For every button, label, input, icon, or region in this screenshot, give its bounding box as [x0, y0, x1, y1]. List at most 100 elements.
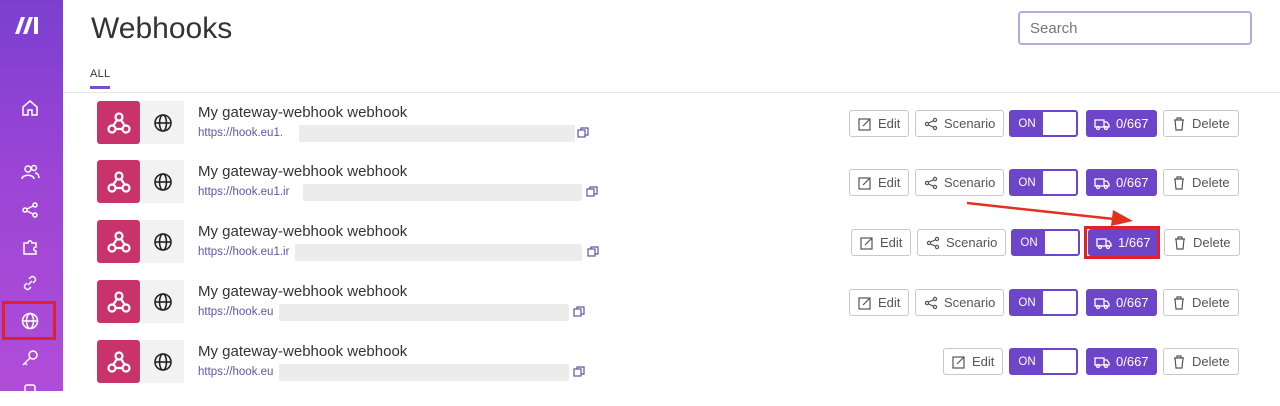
on-toggle[interactable]: ON — [1009, 348, 1078, 375]
share-icon — [924, 296, 938, 309]
edit-icon — [858, 176, 871, 190]
copy-icon[interactable] — [577, 127, 589, 139]
webhook-row: My gateway-webhook webhook https://hook.… — [63, 340, 1280, 390]
scenario-label: Scenario — [946, 235, 998, 250]
webhook-url[interactable]: https://hook.eu1.ir — [198, 186, 289, 198]
scenario-label: Scenario — [944, 175, 996, 190]
delete-label: Delete — [1192, 116, 1230, 131]
delete-label: Delete — [1193, 235, 1231, 250]
trash-icon — [1175, 235, 1185, 250]
main-content: Webhooks ALL My gateway-webhook webhook … — [63, 0, 1280, 391]
webhook-name: My gateway-webhook webhook — [198, 104, 408, 121]
globe-icon — [141, 340, 184, 383]
trash-icon — [1174, 354, 1184, 369]
share-icon[interactable] — [17, 197, 43, 223]
home-icon[interactable] — [17, 95, 43, 121]
url-redaction — [303, 184, 582, 201]
page-title: Webhooks — [91, 12, 233, 45]
trash-icon — [1174, 175, 1184, 190]
truck-icon — [1094, 356, 1110, 368]
edit-button[interactable]: Edit — [849, 169, 910, 196]
edit-button[interactable]: Edit — [849, 289, 910, 316]
webhook-app-icon — [97, 160, 140, 203]
truck-icon — [1094, 118, 1110, 130]
delete-button[interactable]: Delete — [1164, 229, 1240, 256]
sidebar — [0, 0, 63, 402]
delete-button[interactable]: Delete — [1163, 110, 1239, 137]
webhook-url[interactable]: https://hook.eu — [198, 306, 273, 318]
link-icon[interactable] — [17, 270, 43, 296]
operations-button[interactable]: 0/667 — [1086, 289, 1157, 316]
edit-icon — [858, 296, 871, 310]
copy-icon[interactable] — [586, 186, 598, 198]
toggle-on-label: ON — [1011, 350, 1043, 373]
webhook-app-icon — [97, 101, 140, 144]
trash-icon — [1174, 295, 1184, 310]
share-icon — [924, 117, 938, 130]
operations-highlight — [1084, 226, 1160, 259]
scenario-button[interactable]: Scenario — [915, 289, 1005, 316]
delete-label: Delete — [1192, 175, 1230, 190]
operations-count: 0/667 — [1116, 295, 1149, 310]
webhook-name: My gateway-webhook webhook — [198, 163, 408, 180]
webhook-app-icon — [97, 280, 140, 323]
operations-count: 0/667 — [1116, 354, 1149, 369]
edit-button[interactable]: Edit — [849, 110, 910, 137]
search-input[interactable] — [1018, 11, 1252, 45]
edit-button[interactable]: Edit — [851, 229, 912, 256]
scenario-button[interactable]: Scenario — [917, 229, 1007, 256]
scenario-label: Scenario — [944, 116, 996, 131]
url-redaction — [279, 304, 569, 321]
on-toggle[interactable]: ON — [1009, 110, 1078, 137]
scenario-label: Scenario — [944, 295, 996, 310]
webhook-url[interactable]: https://hook.eu1.ir — [198, 246, 289, 258]
copy-icon[interactable] — [587, 246, 599, 258]
toggle-on-label: ON — [1013, 231, 1045, 254]
edit-label: Edit — [972, 354, 995, 369]
key-icon[interactable] — [17, 345, 43, 371]
on-toggle[interactable]: ON — [1011, 229, 1080, 256]
operations-button[interactable]: 0/667 — [1086, 169, 1157, 196]
webhook-url[interactable]: https://hook.eu1. — [198, 127, 283, 139]
delete-button[interactable]: Delete — [1163, 289, 1239, 316]
globe-icon — [141, 101, 184, 144]
globe-icon — [141, 160, 184, 203]
device-icon[interactable] — [17, 380, 43, 406]
users-icon[interactable] — [17, 159, 43, 185]
copy-icon[interactable] — [573, 366, 585, 378]
webhook-row: My gateway-webhook webhook https://hook.… — [63, 280, 1280, 330]
on-toggle[interactable]: ON — [1009, 289, 1078, 316]
operations-button[interactable]: 0/667 — [1086, 348, 1157, 375]
truck-icon — [1094, 297, 1110, 309]
annotation-arrow — [966, 201, 1133, 226]
edit-label: Edit — [878, 116, 901, 131]
delete-button[interactable]: Delete — [1163, 169, 1239, 196]
truck-icon — [1094, 177, 1110, 189]
trash-icon — [1174, 116, 1184, 131]
operations-button[interactable]: 0/667 — [1086, 110, 1157, 137]
webhook-app-icon — [97, 220, 140, 263]
edit-label: Edit — [878, 175, 901, 190]
webhook-name: My gateway-webhook webhook — [198, 223, 408, 240]
edit-icon — [860, 236, 873, 250]
globe-icon — [141, 220, 184, 263]
edit-button[interactable]: Edit — [943, 348, 1004, 375]
scenario-button[interactable]: Scenario — [915, 169, 1005, 196]
url-redaction — [299, 125, 575, 142]
operations-count: 0/667 — [1116, 116, 1149, 131]
webhook-url[interactable]: https://hook.eu — [198, 366, 273, 378]
toggle-on-label: ON — [1011, 291, 1043, 314]
on-toggle[interactable]: ON — [1009, 169, 1078, 196]
webhook-app-icon — [97, 340, 140, 383]
copy-icon[interactable] — [573, 306, 585, 318]
delete-button[interactable]: Delete — [1163, 348, 1239, 375]
scenario-button[interactable]: Scenario — [915, 110, 1005, 137]
share-icon — [926, 236, 940, 249]
tab-all[interactable]: ALL — [90, 68, 111, 89]
delete-label: Delete — [1192, 354, 1230, 369]
url-redaction — [279, 364, 569, 381]
make-logo[interactable] — [13, 14, 47, 36]
puzzle-icon[interactable] — [17, 233, 43, 259]
edit-icon — [952, 355, 965, 369]
delete-label: Delete — [1192, 295, 1230, 310]
